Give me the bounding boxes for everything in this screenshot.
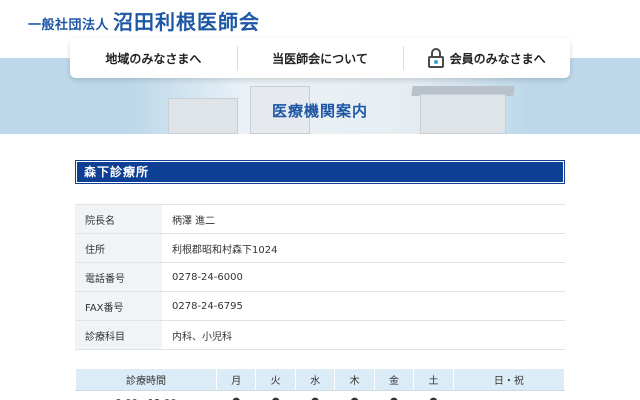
table-row: FAX番号 0278-24-6795 xyxy=(75,291,565,321)
hours-time: 9:00〜12:00 xyxy=(75,390,217,400)
nav-item-members[interactable]: 会員のみなさまへ xyxy=(403,38,570,78)
hours-cell xyxy=(453,390,565,400)
info-value: 0278-24-6000 xyxy=(162,262,565,292)
nav-item-about[interactable]: 当医師会について xyxy=(236,38,404,78)
info-key: 電話番号 xyxy=(75,262,162,292)
hours-header-row: 診療時間 月 火 水 木 金 土 日・祝 xyxy=(75,368,566,391)
table-row: 電話番号 0278-24-6000 xyxy=(75,262,565,292)
hours-header: 水 xyxy=(294,368,336,391)
nav-item-label: 当医師会について xyxy=(272,51,368,66)
lock-icon xyxy=(427,48,444,68)
hours-header: 木 xyxy=(334,368,375,391)
org-prefix: 一般社団法人 xyxy=(28,18,110,33)
nav-item-label: 会員のみなさまへ xyxy=(449,51,546,66)
hours-header: 診療時間 xyxy=(75,368,217,391)
info-key: 院長名 xyxy=(75,204,162,234)
table-row: 診療科目 内科、小児科 xyxy=(75,320,565,350)
info-key: 診療科目 xyxy=(75,320,162,350)
hours-header: 火 xyxy=(255,368,296,391)
hours-header: 月 xyxy=(215,368,257,391)
clinic-name-heading: 森下診療所 xyxy=(75,160,565,184)
hours-cell: ● xyxy=(295,390,335,400)
clinic-info-table: 院長名 柄澤 進二 住所 利根郡昭和村森下1024 電話番号 0278-24-6… xyxy=(75,204,565,350)
global-nav: 地域のみなさまへ 当医師会について 会員のみなさまへ xyxy=(70,38,570,78)
hours-header: 金 xyxy=(373,368,415,391)
hours-cell: ● xyxy=(255,390,296,400)
table-row: 住所 利根郡昭和村森下1024 xyxy=(75,233,565,263)
hours-cell: ● xyxy=(216,390,256,400)
page-title: 医療機関案内 xyxy=(271,102,368,120)
table-row: 院長名 柄澤 進二 xyxy=(75,204,565,234)
hours-cell: ● xyxy=(334,390,375,400)
info-key: FAX番号 xyxy=(75,291,162,321)
info-value: 柄澤 進二 xyxy=(162,204,565,234)
info-key: 住所 xyxy=(75,233,162,263)
table-row: 9:00〜12:00 ● ● ● ● ● ● xyxy=(75,390,565,400)
nav-item-community[interactable]: 地域のみなさまへ xyxy=(70,38,237,78)
hours-table: 診療時間 月 火 水 木 金 土 日・祝 9:00〜12:00 ● ● ● ● … xyxy=(75,368,566,400)
hours-cell: ● xyxy=(374,390,414,400)
info-value: 利根郡昭和村森下1024 xyxy=(162,233,565,263)
info-value: 0278-24-6795 xyxy=(162,291,565,321)
nav-item-label: 地域のみなさまへ xyxy=(105,51,202,66)
site-logo[interactable]: 一般社団法人 沼田利根医師会 xyxy=(28,6,260,34)
org-name: 沼田利根医師会 xyxy=(113,10,261,34)
hours-header: 土 xyxy=(413,368,454,391)
hours-cell: ● xyxy=(413,390,454,400)
hours-header: 日・祝 xyxy=(452,368,566,391)
info-value: 内科、小児科 xyxy=(162,320,565,350)
